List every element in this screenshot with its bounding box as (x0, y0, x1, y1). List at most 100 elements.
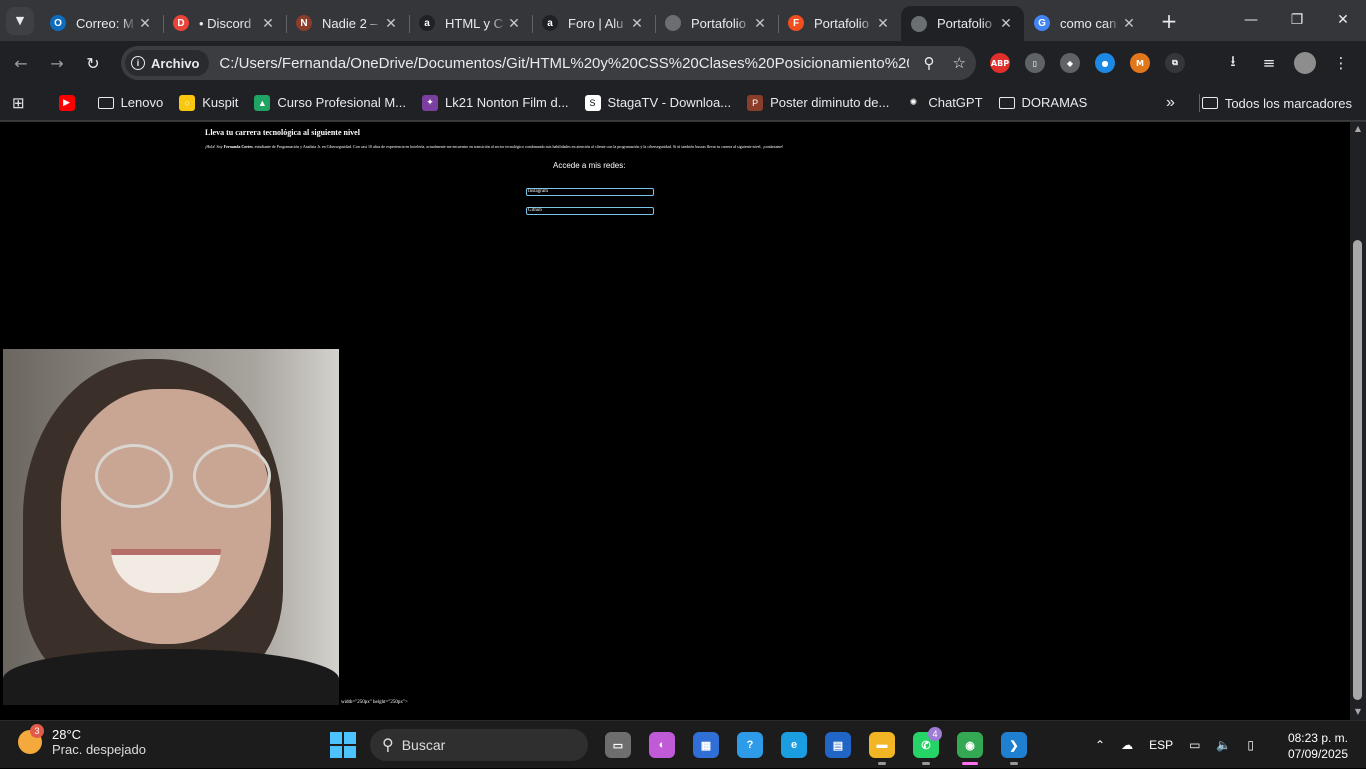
shield-icon[interactable]: ◆ (1060, 53, 1080, 73)
onedrive-icon[interactable]: ☁ (1121, 738, 1133, 752)
bookmark-star-icon[interactable]: ☆ (953, 54, 966, 72)
taskbar-app[interactable]: e (772, 723, 816, 767)
tab-search-button[interactable]: ▼ (6, 6, 34, 35)
tab-title: Foro | Alu (568, 15, 624, 31)
start-button[interactable] (330, 732, 356, 758)
close-tab-icon[interactable]: ✕ (506, 15, 522, 32)
bookmark-item[interactable]: ▶ (58, 94, 82, 111)
new-tab-button[interactable]: + (1155, 7, 1183, 35)
close-tab-icon[interactable]: ✕ (383, 15, 399, 32)
tab-title: • Discord (199, 15, 252, 31)
apps-grid-button[interactable]: ⊞ (12, 94, 25, 112)
media-control-icon[interactable]: ≡ (1258, 52, 1280, 74)
close-tab-icon[interactable]: ✕ (260, 15, 276, 32)
stray-markup-text: width="250px" height="250px"> (341, 700, 408, 705)
clock[interactable]: 08:23 p. m. 07/09/2025 (1288, 730, 1348, 762)
omnibox[interactable]: i Archivo C:/Users/Fernanda/OneDrive/Doc… (121, 46, 976, 80)
menu-icon[interactable]: ⋮ (1330, 52, 1352, 74)
bookmark-label: ChatGPT (928, 95, 983, 110)
intro-prefix: ¡Hola! Soy (205, 144, 224, 149)
language-indicator[interactable]: ESP (1149, 738, 1173, 752)
bookmark-label: Lenovo (120, 95, 164, 110)
profile-avatar[interactable] (1294, 52, 1316, 74)
task-view-icon: ▭ (605, 732, 631, 758)
zoom-icon[interactable]: ⚲ (924, 54, 935, 72)
site-info-chip[interactable]: i Archivo (125, 50, 210, 76)
browser-tab[interactable]: D • Discord ✕ (163, 6, 286, 40)
copilot-icon: ◐ (649, 732, 675, 758)
puzzle-icon[interactable]: ⧉ (1165, 53, 1185, 73)
tab-strip: ▼ O Correo: M ✕ D • Discord ✕ N Nadie 2 – ✕ a HTML… (0, 0, 1366, 41)
browser-tab[interactable]: N Nadie 2 – ✕ (286, 6, 409, 40)
taskbar-app[interactable]: ▬ (860, 723, 904, 767)
chatgpt-icon: ✺ (905, 94, 922, 111)
browser-tab[interactable]: F Portafolio ✕ (778, 6, 901, 40)
browser-tab[interactable]: Portafolio ✕ (901, 6, 1024, 41)
bookmark-item[interactable]: ✦ Lk21 Nonton Film d... (421, 94, 569, 111)
browser-tab[interactable]: Portafolio ✕ (655, 6, 778, 40)
close-tab-icon[interactable]: ✕ (137, 15, 153, 32)
folder-icon (97, 96, 114, 109)
instagram-link[interactable]: Instagram (526, 188, 654, 196)
bookmark-item[interactable]: S StagaTV - Downloa... (584, 94, 731, 111)
close-icon: ✕ (1337, 12, 1349, 28)
close-tab-icon[interactable]: ✕ (1121, 15, 1137, 32)
bookmark-item[interactable]: P Poster diminuto de... (747, 94, 889, 111)
browser-tab[interactable]: a Foro | Alu ✕ (532, 6, 655, 40)
volume-icon[interactable]: 🔈 (1216, 738, 1231, 752)
bookmark-item[interactable]: DORAMAS (998, 95, 1087, 110)
bookmark-item[interactable]: Lenovo (97, 95, 164, 110)
all-bookmarks-button[interactable]: Todos los marcadores (1201, 85, 1352, 121)
scroll-up-icon[interactable]: ▲ (1353, 124, 1363, 133)
scroll-down-icon[interactable]: ▼ (1353, 707, 1363, 716)
mouse-icon[interactable]: ▯ (1025, 53, 1045, 73)
minimize-button[interactable]: — (1228, 0, 1274, 40)
download-icon[interactable]: ⭳ (1222, 52, 1244, 74)
chevron-up-icon[interactable]: ⌃ (1095, 738, 1105, 752)
bookmark-item[interactable]: ✺ ChatGPT (905, 94, 983, 111)
taskbar-app[interactable]: ◐ (640, 723, 684, 767)
youtube-icon: ▶ (58, 94, 75, 111)
browser-tab[interactable]: a HTML y C ✕ (409, 6, 532, 40)
browser-tab[interactable]: O Correo: M ✕ (40, 6, 163, 40)
taskbar-app[interactable]: ◉ (948, 723, 992, 767)
metamask-icon[interactable]: M (1130, 53, 1150, 73)
lk21-icon: ✦ (421, 94, 438, 111)
all-bookmarks-label: Todos los marcadores (1224, 95, 1352, 111)
address-text[interactable]: C:/Users/Fernanda/OneDrive/Documentos/Gi… (219, 55, 909, 72)
close-window-button[interactable]: ✕ (1320, 0, 1366, 40)
weather-widget[interactable]: 3 28°C Prac. despejado (18, 724, 146, 757)
close-tab-icon[interactable]: ✕ (875, 15, 891, 32)
taskbar-search[interactable]: ⚲ Buscar (370, 729, 588, 761)
back-button[interactable]: ← (6, 48, 36, 78)
taskbar-app[interactable]: ✆ 4 (904, 723, 948, 767)
monitor-icon[interactable]: ▭ (1189, 738, 1200, 752)
bookmark-label: Curso Profesional M... (277, 95, 406, 110)
bookmarks-overflow-button[interactable]: » (1166, 85, 1175, 121)
taskbar-app[interactable]: ▭ (596, 723, 640, 767)
reload-button[interactable]: ↻ (78, 48, 108, 78)
page-scrollbar[interactable]: ▲ ▼ (1350, 122, 1366, 720)
taskbar-app[interactable]: ▤ (816, 723, 860, 767)
close-tab-icon[interactable]: ✕ (629, 15, 645, 32)
browser-tab[interactable]: Gcomo can ✕ (1024, 6, 1147, 40)
scrollbar-thumb[interactable] (1353, 240, 1362, 700)
github-link[interactable]: Github (526, 207, 654, 215)
tab-title: Nadie 2 – (322, 15, 378, 31)
maximize-button[interactable]: ❐ (1274, 0, 1320, 40)
taskbar: 3 28°C Prac. despejado ⚲ Buscar ▭ ◐ ▦? e ▤ ▬ ✆… (0, 720, 1366, 768)
taskbar-app[interactable]: ❯ (992, 723, 1036, 767)
browser-chrome: ▼ O Correo: M ✕ D • Discord ✕ N Nadie 2 – ✕ a HTML… (0, 0, 1366, 122)
taskbar-app[interactable]: ? (728, 723, 772, 767)
taskbar-app[interactable]: ▦ (684, 723, 728, 767)
edge-extension-icon[interactable]: ● (1095, 53, 1115, 73)
outlook-icon: O (50, 15, 66, 31)
close-tab-icon[interactable]: ✕ (998, 15, 1014, 32)
adblock-plus-icon[interactable]: ABP (990, 53, 1010, 73)
bookmark-item[interactable]: ○ Kuspit (179, 94, 238, 111)
forward-button[interactable]: → (42, 48, 72, 78)
toolbar: ← → ↻ i Archivo C:/Users/Fernanda/OneDri… (0, 41, 1366, 85)
close-tab-icon[interactable]: ✕ (752, 15, 768, 32)
bookmark-item[interactable]: ▲ Curso Profesional M... (254, 94, 406, 111)
battery-icon[interactable]: ▯ (1247, 738, 1254, 752)
